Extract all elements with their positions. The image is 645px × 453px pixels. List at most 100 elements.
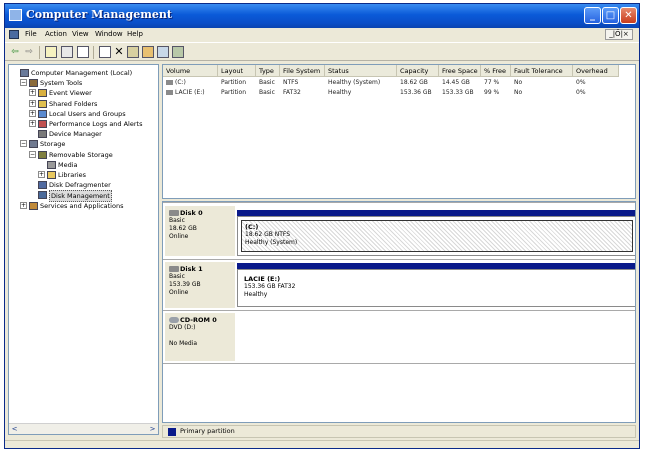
minimize-button[interactable]: _ (584, 7, 601, 24)
expand-icon[interactable]: + (29, 109, 36, 117)
services-icon (29, 201, 38, 210)
column-header[interactable]: Status (325, 65, 397, 77)
back-arrow-icon[interactable]: ⇦ (9, 46, 21, 58)
partition-status: Healthy (System) (245, 239, 298, 246)
collapse-icon[interactable]: − (20, 79, 27, 87)
shared-folders-icon (38, 99, 47, 108)
column-header[interactable]: Layout (218, 65, 256, 77)
column-header[interactable]: Volume (163, 65, 218, 77)
legend-bar: Primary partition (162, 425, 636, 438)
disk-type: Basic (169, 217, 185, 224)
menu-help[interactable]: Help (127, 30, 143, 38)
performance-icon (38, 120, 47, 128)
event-viewer-icon (38, 89, 47, 98)
table-cell: 99 % (484, 89, 500, 96)
column-header[interactable]: File System (280, 65, 325, 77)
column-header[interactable]: Type (256, 65, 280, 77)
hard-disk-icon (169, 266, 179, 272)
help-icon[interactable] (99, 46, 111, 58)
primary-partition-swatch (168, 428, 176, 436)
table-row[interactable]: LACIE (E:) Partition Basic FAT32 Healthy 153.… (163, 88, 635, 98)
close-button[interactable]: ✕ (620, 7, 637, 24)
disk-separator (163, 259, 635, 260)
disk-0-partition[interactable]: (C:) 18.62 GB NTFS Healthy (System) (237, 210, 635, 256)
tree-item-label: Computer Management (Local) (31, 69, 133, 77)
table-cell: Basic (259, 79, 275, 86)
collapse-icon[interactable]: − (29, 150, 36, 158)
maximize-button[interactable]: □ (602, 7, 619, 24)
connect-icon[interactable] (127, 46, 139, 58)
disk-size: 153.39 GB (169, 281, 201, 288)
scroll-left-icon[interactable]: < (10, 425, 19, 434)
disk-0-info[interactable]: Disk 0 Basic 18.62 GB Online (165, 206, 235, 256)
volume-list[interactable]: Volume Layout Type File System Status Capacit… (162, 64, 636, 199)
tree-item-label: Disk Defragmenter (49, 181, 111, 190)
disk-1-partition[interactable]: LACIE (E:) 153.36 GB FAT32 Healthy (237, 263, 635, 308)
partition-frame: (C:) 18.62 GB NTFS Healthy (System) (237, 216, 635, 256)
disk-graphical-view[interactable]: Disk 0 Basic 18.62 GB Online (C:) 18.62 … (162, 201, 636, 423)
libraries-folder-icon (47, 171, 56, 179)
status-bar (5, 440, 639, 448)
expand-icon[interactable]: + (29, 120, 36, 127)
title-bar[interactable]: Computer Management _ □ ✕ (5, 4, 639, 28)
legend-label: Primary partition (180, 427, 235, 435)
defragmenter-icon (38, 181, 47, 190)
column-header[interactable]: % Free (481, 65, 511, 77)
table-cell: NTFS (283, 79, 299, 86)
collapse-icon[interactable]: − (20, 140, 27, 148)
table-cell: 14.45 GB (442, 79, 470, 86)
scroll-right-icon[interactable]: > (148, 425, 157, 434)
column-header[interactable]: Free Space (439, 65, 481, 77)
disk-type: DVD (D:) (169, 324, 196, 331)
search-icon[interactable] (157, 46, 169, 58)
menu-window[interactable]: Window (95, 30, 123, 38)
app-system-menu-icon[interactable] (9, 30, 19, 39)
up-folder-icon[interactable] (45, 46, 57, 58)
menu-view[interactable]: View (72, 30, 89, 38)
table-cell: Basic (259, 89, 275, 96)
open-icon[interactable] (142, 46, 154, 58)
tree-item-label: Device Manager (49, 130, 102, 139)
disk-type: Basic (169, 273, 185, 280)
column-header[interactable]: Fault Tolerance (511, 65, 573, 77)
properties-icon[interactable] (77, 46, 89, 58)
disk-name: Disk 1 (180, 265, 203, 273)
magnify-icon[interactable] (172, 46, 184, 58)
table-cell: FAT32 (283, 89, 301, 96)
menu-action[interactable]: Action (45, 30, 67, 38)
disk-separator (163, 310, 635, 311)
table-cell: (C:) (175, 79, 186, 86)
partition-c[interactable]: (C:) 18.62 GB NTFS Healthy (System) (241, 220, 633, 252)
expand-icon[interactable]: + (38, 171, 45, 178)
partition-e[interactable]: LACIE (E:) 153.36 GB FAT32 Healthy (237, 269, 635, 307)
show-hide-tree-icon[interactable] (61, 46, 73, 58)
table-cell: Partition (221, 79, 247, 86)
disk-separator (163, 202, 635, 203)
cdrom-0-info[interactable]: CD-ROM 0 DVD (D:) No Media (165, 313, 235, 361)
table-row[interactable]: (C:) Partition Basic NTFS Healthy (System) 18… (163, 78, 635, 88)
disk-state: Online (169, 233, 189, 240)
partition-detail: 153.36 GB FAT32 (244, 283, 296, 290)
menu-file[interactable]: File (25, 30, 37, 38)
disk-management-icon (38, 191, 47, 200)
table-cell: 153.33 GB (442, 89, 474, 96)
column-header[interactable]: Capacity (397, 65, 439, 77)
expand-icon[interactable]: + (20, 201, 27, 209)
toolbar-separator (93, 46, 94, 59)
disk-1-info[interactable]: Disk 1 Basic 153.39 GB Online (165, 262, 235, 308)
disk-name: Disk 0 (180, 209, 203, 217)
computer-management-icon (20, 69, 29, 77)
computer-management-icon (9, 9, 22, 21)
toolbar-separator (39, 46, 40, 59)
tree-item-label: Shared Folders (49, 99, 98, 108)
tree-horizontal-scrollbar[interactable]: < > (9, 423, 158, 434)
column-header[interactable]: Overhead (573, 65, 619, 77)
console-tree[interactable]: Computer Management (Local) − System Tools… (8, 64, 159, 435)
media-icon (47, 160, 56, 169)
expand-icon[interactable]: + (29, 99, 36, 107)
table-cell: No (514, 79, 523, 86)
forward-arrow-icon[interactable]: ⇨ (23, 46, 35, 58)
mdi-window-controls[interactable]: _|Ő|× (605, 29, 633, 40)
delete-icon[interactable]: ✕ (113, 46, 125, 58)
expand-icon[interactable]: + (29, 89, 36, 97)
